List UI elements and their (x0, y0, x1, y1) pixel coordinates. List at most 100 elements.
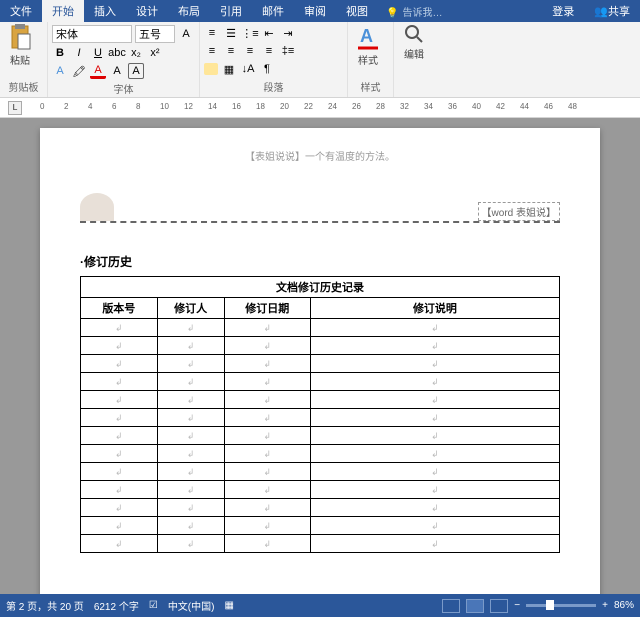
table-row[interactable]: ↲↲↲↲ (81, 481, 560, 499)
table-cell[interactable]: ↲ (224, 409, 310, 427)
table-row[interactable]: ↲↲↲↲ (81, 337, 560, 355)
table-cell[interactable]: ↲ (310, 481, 559, 499)
table-cell[interactable]: ↲ (81, 445, 158, 463)
table-cell[interactable]: ↲ (81, 391, 158, 409)
char-border-icon[interactable]: A (128, 63, 144, 79)
table-cell[interactable]: ↲ (310, 391, 559, 409)
spell-check-icon[interactable]: ☑ (149, 600, 158, 611)
read-mode-icon[interactable] (442, 599, 460, 613)
table-cell[interactable]: ↲ (157, 427, 224, 445)
table-cell[interactable]: ↲ (81, 355, 158, 373)
table-cell[interactable]: ↲ (224, 337, 310, 355)
table-cell[interactable]: ↲ (157, 445, 224, 463)
justify-icon[interactable]: ≡ (261, 43, 277, 59)
show-marks-icon[interactable]: ¶ (259, 61, 275, 77)
superscript-icon[interactable]: x² (147, 45, 163, 61)
tab-mailings[interactable]: 邮件 (252, 0, 294, 22)
table-row[interactable]: ↲↲↲↲ (81, 427, 560, 445)
align-right-icon[interactable]: ≡ (242, 43, 258, 59)
table-cell[interactable]: ↲ (224, 481, 310, 499)
font-size-input[interactable] (135, 25, 175, 43)
zoom-out-icon[interactable]: − (514, 600, 520, 611)
table-cell[interactable]: ↲ (157, 463, 224, 481)
font-name-input[interactable] (52, 25, 132, 43)
strike-icon[interactable]: abc (109, 45, 125, 61)
table-cell[interactable]: ↲ (224, 373, 310, 391)
paste-button[interactable]: 粘贴 (4, 24, 36, 67)
table-row[interactable]: ↲↲↲↲ (81, 355, 560, 373)
table-cell[interactable]: ↲ (157, 337, 224, 355)
zoom-slider[interactable] (526, 604, 596, 607)
table-cell[interactable]: ↲ (157, 373, 224, 391)
login-button[interactable]: 登录 (542, 0, 584, 22)
table-cell[interactable]: ↲ (310, 319, 559, 337)
sort-icon[interactable]: ↓A (240, 61, 256, 77)
styles-button[interactable]: A 样式 (352, 24, 384, 67)
print-layout-icon[interactable] (466, 599, 484, 613)
table-cell[interactable]: ↲ (310, 535, 559, 553)
tab-selector[interactable]: L (8, 101, 22, 115)
table-row[interactable]: ↲↲↲↲ (81, 409, 560, 427)
zoom-level[interactable]: 86% (614, 600, 634, 611)
table-cell[interactable]: ↲ (157, 499, 224, 517)
tab-file[interactable]: 文件 (0, 0, 42, 22)
tab-design[interactable]: 设计 (126, 0, 168, 22)
tab-references[interactable]: 引用 (210, 0, 252, 22)
page-indicator[interactable]: 第 2 页，共 20 页 (6, 598, 84, 613)
table-row[interactable]: ↲↲↲↲ (81, 373, 560, 391)
table-cell[interactable]: ↲ (157, 355, 224, 373)
table-cell[interactable]: ↲ (224, 463, 310, 481)
table-row[interactable]: ↲↲↲↲ (81, 463, 560, 481)
table-cell[interactable]: ↲ (310, 409, 559, 427)
increase-indent-icon[interactable]: ⇥ (280, 25, 296, 41)
align-center-icon[interactable]: ≡ (223, 43, 239, 59)
table-cell[interactable]: ↲ (81, 319, 158, 337)
table-cell[interactable]: ↲ (224, 499, 310, 517)
table-row[interactable]: ↲↲↲↲ (81, 445, 560, 463)
ruler[interactable]: L 02468101214161820222426283234364042444… (0, 98, 640, 118)
table-cell[interactable]: ↲ (224, 355, 310, 373)
text-effect-icon[interactable]: A (52, 63, 68, 79)
table-cell[interactable]: ↲ (310, 355, 559, 373)
bold-icon[interactable]: B (52, 45, 68, 61)
table-cell[interactable]: ↲ (157, 319, 224, 337)
multilevel-icon[interactable]: ⋮≡ (242, 25, 258, 41)
table-cell[interactable]: ↲ (224, 319, 310, 337)
table-cell[interactable]: ↲ (224, 535, 310, 553)
char-shading-icon[interactable]: A (109, 63, 125, 79)
table-cell[interactable]: ↲ (310, 445, 559, 463)
table-cell[interactable]: ↲ (81, 517, 158, 535)
table-cell[interactable]: ↲ (81, 481, 158, 499)
table-cell[interactable]: ↲ (81, 463, 158, 481)
table-cell[interactable]: ↲ (157, 409, 224, 427)
table-cell[interactable]: ↲ (81, 409, 158, 427)
decrease-indent-icon[interactable]: ⇤ (261, 25, 277, 41)
tab-home[interactable]: 开始 (42, 0, 84, 22)
document-area[interactable]: 【表姐说说】一个有温度的方法。 【word 表姐说】 ·修订历史 文档修订历史记… (0, 118, 640, 594)
numbering-icon[interactable]: ☰ (223, 25, 239, 41)
table-cell[interactable]: ↲ (81, 337, 158, 355)
editing-button[interactable]: 编辑 (398, 24, 430, 61)
table-cell[interactable]: ↲ (157, 517, 224, 535)
table-cell[interactable]: ↲ (310, 373, 559, 391)
line-spacing-icon[interactable]: ‡≡ (280, 43, 296, 59)
table-cell[interactable]: ↲ (81, 373, 158, 391)
bullets-icon[interactable]: ≡ (204, 25, 220, 41)
language-indicator[interactable]: 中文(中国) (168, 598, 215, 613)
share-button[interactable]: 👥 共享 (584, 0, 640, 22)
subscript-icon[interactable]: x₂ (128, 45, 144, 61)
revision-table[interactable]: 文档修订历史记录 版本号 修订人 修订日期 修订说明 ↲↲↲↲↲↲↲↲↲↲↲↲↲… (80, 276, 560, 553)
table-cell[interactable]: ↲ (310, 337, 559, 355)
table-row[interactable]: ↲↲↲↲ (81, 535, 560, 553)
tab-insert[interactable]: 插入 (84, 0, 126, 22)
table-cell[interactable]: ↲ (224, 517, 310, 535)
tab-view[interactable]: 视图 (336, 0, 378, 22)
highlight-icon[interactable]: 🖍 (71, 63, 87, 79)
table-row[interactable]: ↲↲↲↲ (81, 517, 560, 535)
borders-icon[interactable]: ▦ (221, 61, 237, 77)
table-row[interactable]: ↲↲↲↲ (81, 391, 560, 409)
table-cell[interactable]: ↲ (224, 427, 310, 445)
table-cell[interactable]: ↲ (310, 463, 559, 481)
tell-me[interactable]: 💡告诉我… (386, 4, 442, 19)
macro-icon[interactable]: ▦ (224, 600, 233, 611)
